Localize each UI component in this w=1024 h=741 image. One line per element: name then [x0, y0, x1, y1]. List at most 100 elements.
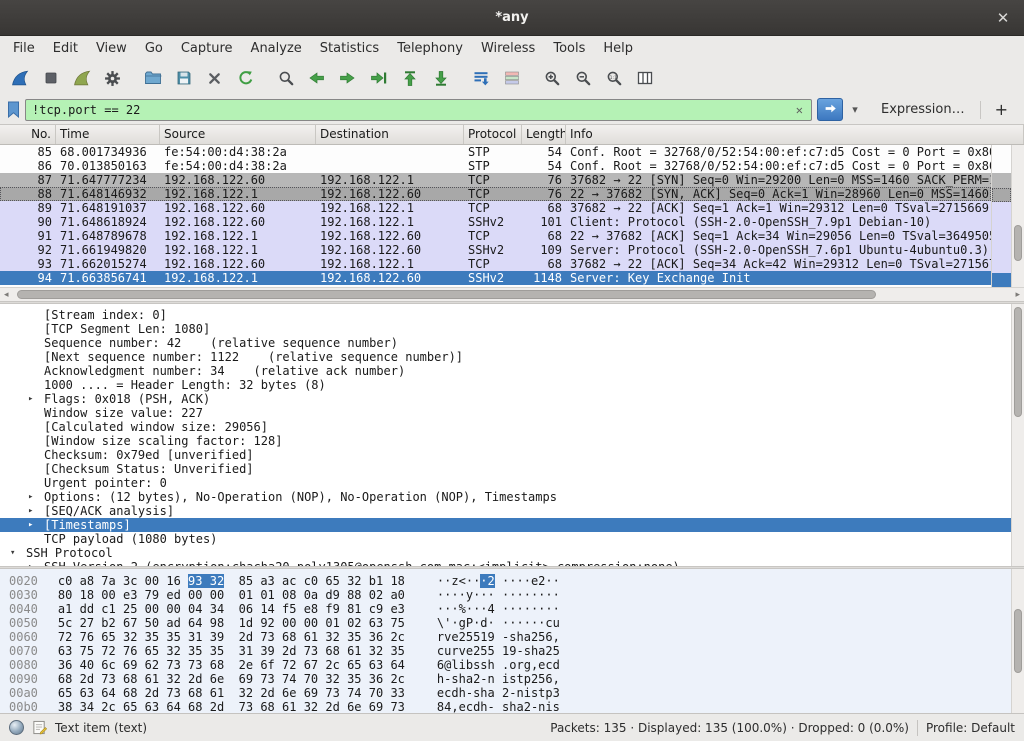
detail-line[interactable]: ▾SSH Protocol [0, 546, 1011, 560]
resize-columns-button[interactable] [629, 64, 660, 92]
profile-button[interactable]: Profile: Default [926, 721, 1015, 735]
detail-line[interactable]: ▸[SEQ/ACK analysis] [0, 504, 1011, 518]
hex-vscrollbar[interactable] [1011, 569, 1024, 713]
packet-row[interactable]: 8971.648191037192.168.122.60192.168.122.… [0, 201, 991, 215]
restart-capture-button[interactable] [66, 64, 97, 92]
detail-line[interactable]: ▸Flags: 0x018 (PSH, ACK) [0, 392, 1011, 406]
packet-row[interactable]: 9071.648618924192.168.122.60192.168.122.… [0, 215, 991, 229]
column-header-time[interactable]: Time [56, 125, 160, 144]
hex-row[interactable]: 009068 2d 73 68 61 32 2d 6e 69 73 74 70 … [9, 672, 1011, 686]
hex-row[interactable]: 0020c0 a8 7a 3c 00 16 93 32 85 a3 ac c0 … [9, 574, 1011, 588]
capture-options-button[interactable] [97, 64, 128, 92]
packet-list-hscrollbar[interactable]: ◂ ▸ [0, 287, 1024, 301]
detail-line[interactable]: TCP payload (1080 bytes) [0, 532, 1011, 546]
menu-telephony[interactable]: Telephony [388, 38, 472, 59]
packet-row[interactable]: 8871.648146932192.168.122.1192.168.122.6… [0, 187, 991, 201]
hscroll-left-arrow-icon[interactable]: ◂ [0, 290, 13, 300]
zoom-out-button[interactable] [567, 64, 598, 92]
colorize-button[interactable] [496, 64, 527, 92]
menu-analyze[interactable]: Analyze [242, 38, 311, 59]
detail-line[interactable]: [Next sequence number: 1122 (relative se… [0, 350, 1011, 364]
zoom-in-button[interactable] [536, 64, 567, 92]
vscroll-thumb[interactable] [1014, 609, 1022, 672]
detail-line[interactable]: [Checksum Status: Unverified] [0, 462, 1011, 476]
hscroll-right-arrow-icon[interactable]: ▸ [1011, 290, 1024, 300]
details-vscrollbar[interactable] [1011, 304, 1024, 566]
packet-row[interactable]: 9371.662015274192.168.122.60192.168.122.… [0, 257, 991, 271]
column-header-source[interactable]: Source [160, 125, 316, 144]
hex-row[interactable]: 006072 76 65 32 35 35 31 39 2d 73 68 61 … [9, 630, 1011, 644]
filter-clear-icon[interactable]: ✕ [794, 103, 805, 117]
go-back-button[interactable] [301, 64, 332, 92]
hex-row[interactable]: 008036 40 6c 69 62 73 73 68 2e 6f 72 67 … [9, 658, 1011, 672]
filter-bookmark-icon[interactable] [7, 101, 20, 118]
menu-statistics[interactable]: Statistics [311, 38, 388, 59]
hex-row[interactable]: 0040a1 dd c1 25 00 00 04 34 06 14 f5 e8 … [9, 602, 1011, 616]
column-header-no[interactable]: No. [0, 125, 56, 144]
column-header-length[interactable]: Length [522, 125, 566, 144]
find-packet-button[interactable] [270, 64, 301, 92]
capture-comment-icon[interactable] [32, 720, 47, 735]
go-forward-button[interactable] [332, 64, 363, 92]
menu-tools[interactable]: Tools [544, 38, 594, 59]
detail-line[interactable]: ▸Options: (12 bytes), No-Operation (NOP)… [0, 490, 1011, 504]
packet-row[interactable]: 9171.648789678192.168.122.1192.168.122.6… [0, 229, 991, 243]
filter-dropdown-icon[interactable]: ▾ [848, 103, 862, 116]
detail-line[interactable]: Urgent pointer: 0 [0, 476, 1011, 490]
auto-scroll-button[interactable] [465, 64, 496, 92]
expression-button[interactable]: Expression… [867, 102, 975, 117]
detail-line[interactable]: 1000 .... = Header Length: 32 bytes (8) [0, 378, 1011, 392]
stop-capture-button[interactable] [35, 64, 66, 92]
display-filter-input[interactable]: !tcp.port == 22 ✕ [25, 99, 812, 121]
expander-collapsed-icon[interactable]: ▸ [28, 504, 44, 518]
vscroll-thumb[interactable] [1014, 307, 1022, 417]
detail-line[interactable]: Sequence number: 42 (relative sequence n… [0, 336, 1011, 350]
go-to-packet-button[interactable] [363, 64, 394, 92]
filter-apply-button[interactable] [817, 98, 843, 121]
packet-row[interactable]: 9471.663856741192.168.122.1192.168.122.6… [0, 271, 991, 285]
filter-add-button[interactable]: + [986, 100, 1017, 119]
expander-collapsed-icon[interactable]: ▸ [28, 518, 44, 532]
column-header-protocol[interactable]: Protocol [464, 125, 522, 144]
vscroll-thumb[interactable] [1014, 225, 1022, 262]
column-header-info[interactable]: Info [566, 125, 1024, 144]
hex-row[interactable]: 00505c 27 b2 67 50 ad 64 98 1d 92 00 00 … [9, 616, 1011, 630]
detail-line[interactable]: ▸[Timestamps] [0, 518, 1011, 532]
hscroll-thumb[interactable] [17, 290, 876, 299]
save-file-button[interactable] [168, 64, 199, 92]
detail-line[interactable]: Acknowledgment number: 34 (relative ack … [0, 364, 1011, 378]
menu-file[interactable]: File [4, 38, 44, 59]
start-capture-button[interactable] [4, 64, 35, 92]
detail-line[interactable]: Window size value: 227 [0, 406, 1011, 420]
go-last-button[interactable] [425, 64, 456, 92]
column-header-destination[interactable]: Destination [316, 125, 464, 144]
packet-row[interactable]: 8568.001734936fe:54:00:d4:38:2aSTP54Conf… [0, 145, 991, 159]
open-file-button[interactable] [137, 64, 168, 92]
expander-expanded-icon[interactable]: ▾ [10, 546, 26, 560]
menu-view[interactable]: View [87, 38, 136, 59]
hex-row[interactable]: 00a065 63 64 68 2d 73 68 61 32 2d 6e 69 … [9, 686, 1011, 700]
packet-minimap[interactable] [991, 145, 1011, 287]
detail-line[interactable]: [Stream index: 0] [0, 308, 1011, 322]
packet-row[interactable]: 8670.013850163fe:54:00:d4:38:2aSTP54Conf… [0, 159, 991, 173]
detail-line[interactable]: [Calculated window size: 29056] [0, 420, 1011, 434]
go-first-button[interactable] [394, 64, 425, 92]
menu-go[interactable]: Go [136, 38, 172, 59]
expander-collapsed-icon[interactable]: ▸ [28, 490, 44, 504]
menu-edit[interactable]: Edit [44, 38, 87, 59]
hex-row[interactable]: 00b038 34 2c 65 63 64 68 2d 73 68 61 32 … [9, 700, 1011, 713]
menu-help[interactable]: Help [594, 38, 642, 59]
packet-row[interactable]: 9271.661949820192.168.122.1192.168.122.6… [0, 243, 991, 257]
expander-collapsed-icon[interactable]: ▸ [28, 392, 44, 406]
expert-info-icon[interactable] [9, 720, 24, 735]
detail-line[interactable]: [Window size scaling factor: 128] [0, 434, 1011, 448]
reload-button[interactable] [230, 64, 261, 92]
menu-wireless[interactable]: Wireless [472, 38, 544, 59]
menu-capture[interactable]: Capture [172, 38, 242, 59]
detail-line[interactable]: Checksum: 0x79ed [unverified] [0, 448, 1011, 462]
packet-row[interactable]: 8771.647777234192.168.122.60192.168.122.… [0, 173, 991, 187]
close-file-button[interactable] [199, 64, 230, 92]
hex-row[interactable]: 003080 18 00 e3 79 ed 00 00 01 01 08 0a … [9, 588, 1011, 602]
detail-line[interactable]: [TCP Segment Len: 1080] [0, 322, 1011, 336]
hex-row[interactable]: 007063 75 72 76 65 32 35 35 31 39 2d 73 … [9, 644, 1011, 658]
